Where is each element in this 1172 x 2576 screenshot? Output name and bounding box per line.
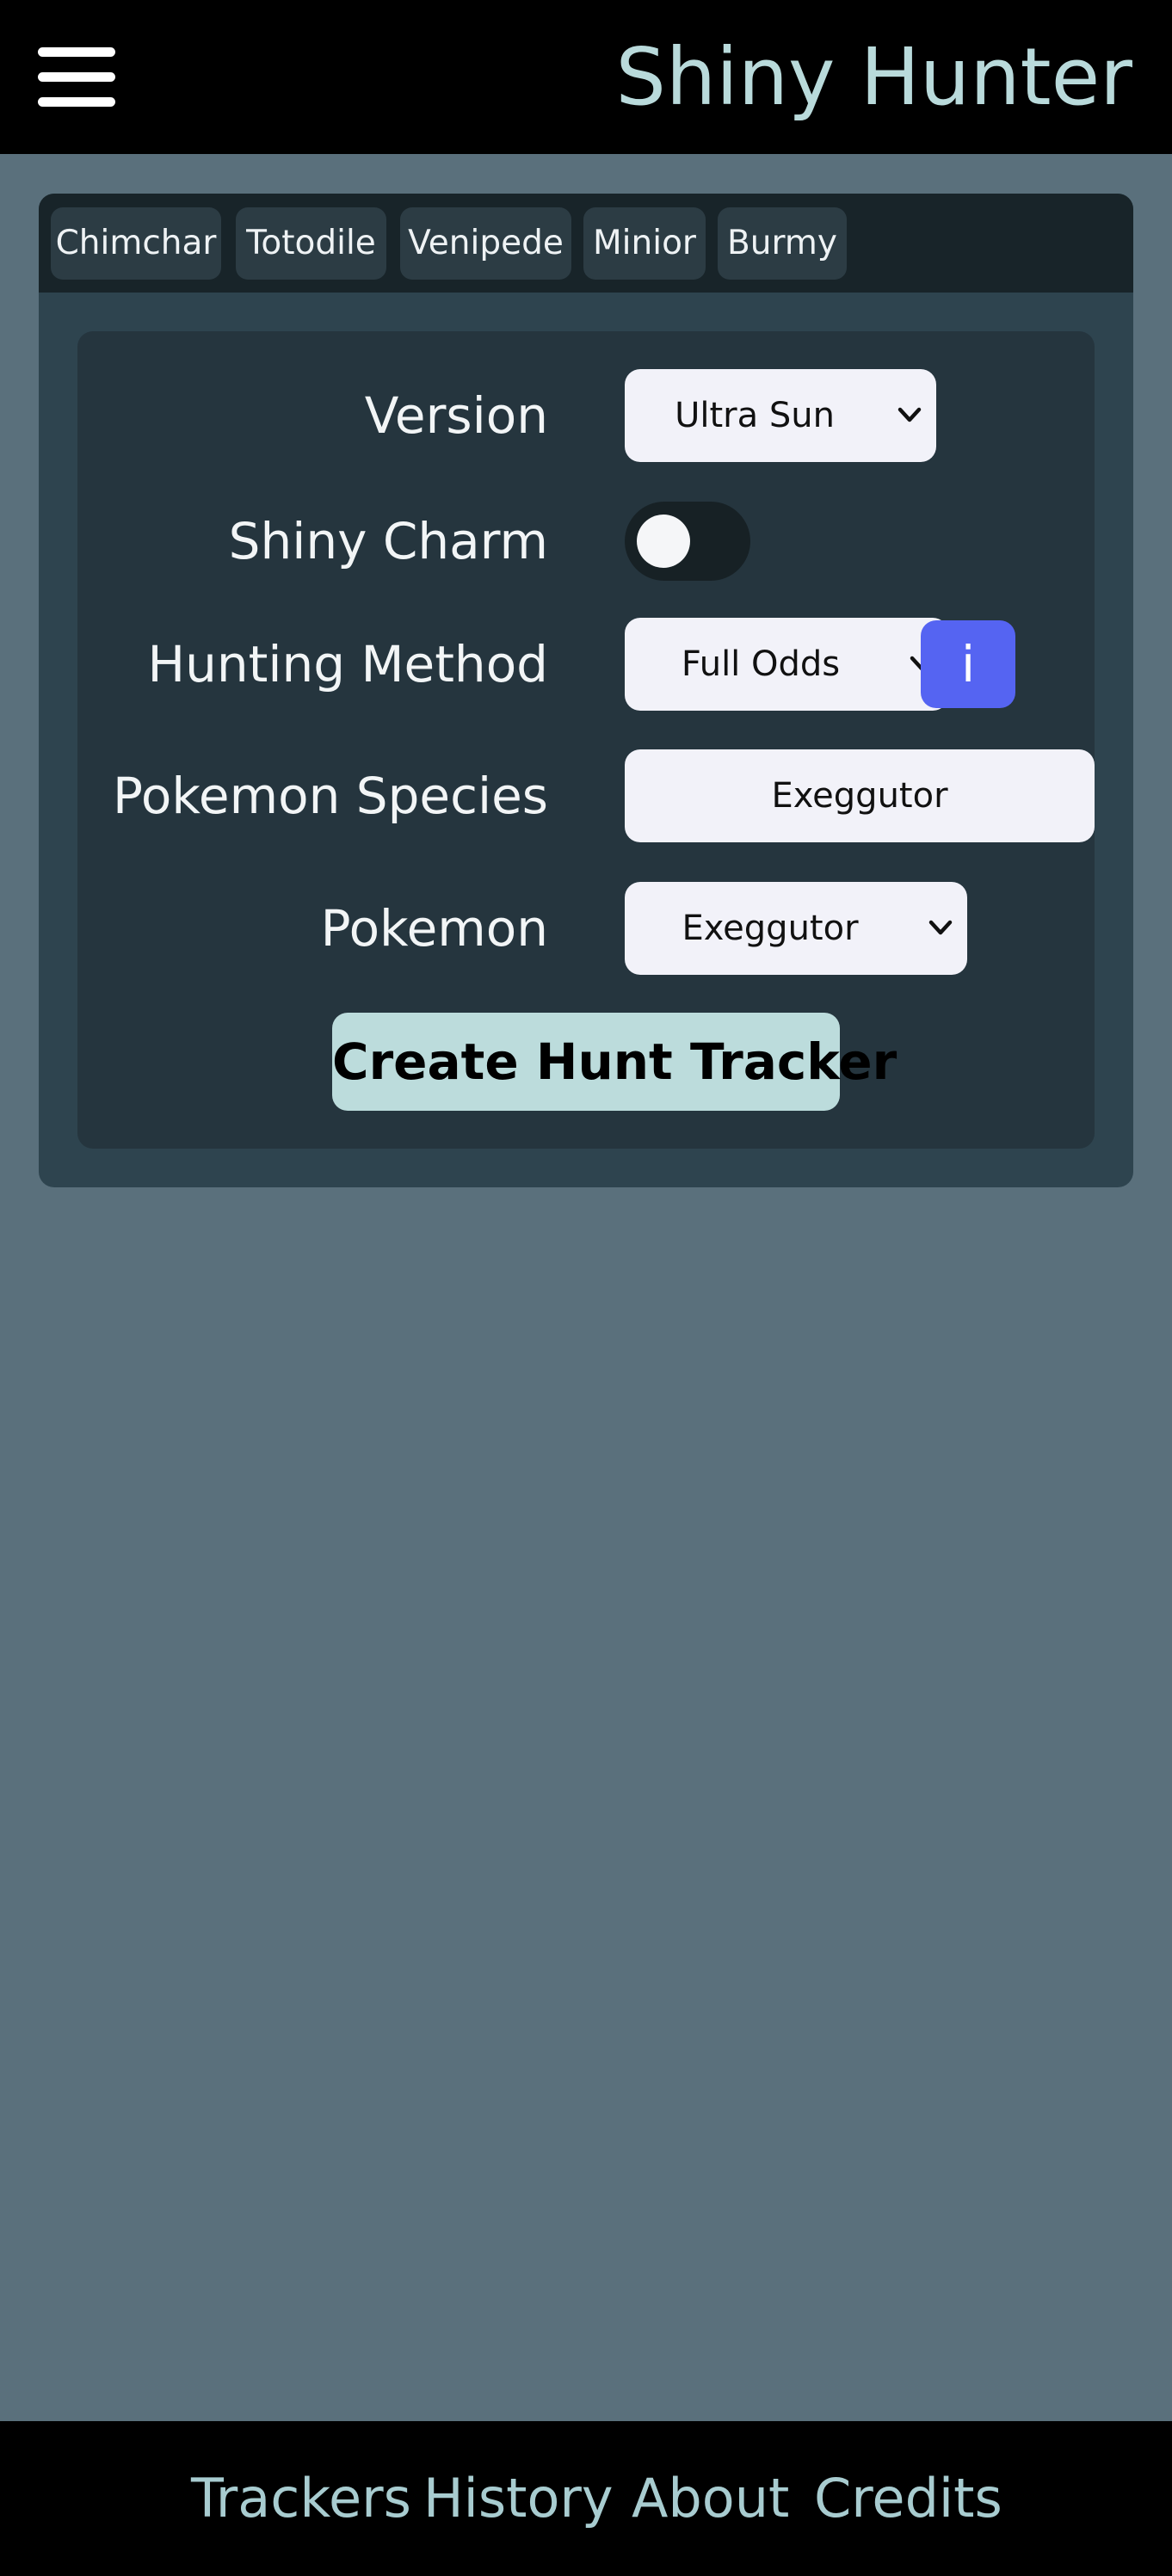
create-hunt-tracker-button[interactable]: Create Hunt Tracker — [332, 1013, 897, 1111]
hunting-method-select[interactable]: Full Odds — [625, 618, 948, 711]
pokemon-species-input[interactable]: Exeggutor — [625, 749, 1095, 842]
nav-credits[interactable]: Credits — [814, 2456, 1002, 2542]
pokemon-label: Pokemon — [320, 899, 548, 958]
bottom-nav: Trackers History About Credits — [0, 2421, 1172, 2576]
hunting-method-value: Full Odds — [681, 644, 841, 684]
version-label: Version — [364, 386, 548, 445]
toggle-knob — [637, 515, 690, 568]
hunt-panel: Chimchar Totodile Venipede Minior Burmy … — [39, 194, 1133, 1187]
hunting-method-info-button[interactable]: i — [921, 620, 1015, 708]
tab-venipede[interactable]: Venipede — [400, 207, 571, 280]
nav-about[interactable]: About — [632, 2456, 789, 2542]
nav-trackers[interactable]: Trackers — [191, 2456, 411, 2542]
shiny-charm-label: Shiny Charm — [228, 512, 548, 570]
tab-burmy[interactable]: Burmy — [718, 207, 847, 280]
new-hunt-form: Version Ultra Sun Shiny Charm Hunting Me… — [77, 331, 1095, 1149]
pokemon-select[interactable]: Exeggutor — [625, 882, 967, 975]
version-value: Ultra Sun — [675, 396, 835, 435]
pokemon-species-label: Pokemon Species — [113, 767, 548, 825]
recent-hunts-tabs: Chimchar Totodile Venipede Minior Burmy — [39, 194, 1133, 293]
nav-history[interactable]: History — [423, 2456, 614, 2542]
hunting-method-label: Hunting Method — [147, 635, 548, 693]
chevron-down-icon — [928, 920, 953, 935]
shiny-charm-toggle[interactable] — [625, 502, 750, 581]
chevron-down-icon — [898, 407, 922, 422]
pokemon-species-value: Exeggutor — [771, 776, 948, 816]
version-select[interactable]: Ultra Sun — [625, 369, 936, 462]
pokemon-value: Exeggutor — [682, 909, 859, 948]
tab-minior[interactable]: Minior — [583, 207, 706, 280]
hamburger-menu-icon[interactable] — [38, 43, 115, 112]
tab-totodile[interactable]: Totodile — [236, 207, 386, 280]
top-bar: Shiny Hunter — [0, 0, 1172, 154]
tab-chimchar[interactable]: Chimchar — [51, 207, 221, 280]
app-title: Shiny Hunter — [615, 31, 1132, 123]
